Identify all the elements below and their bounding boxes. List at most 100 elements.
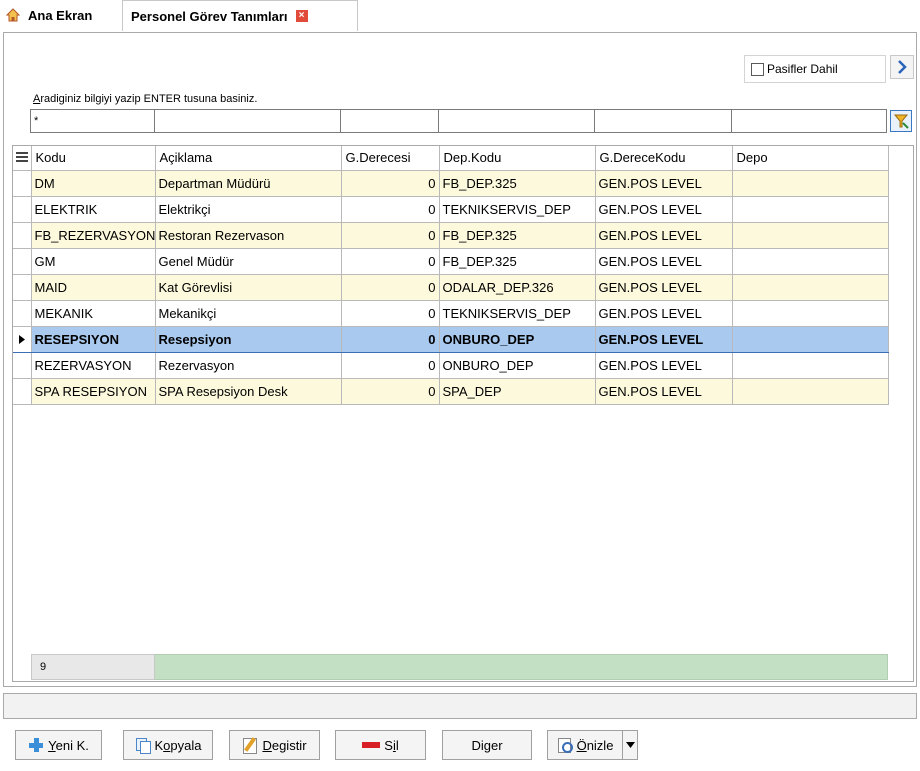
cell-depo[interactable]: [732, 170, 889, 197]
cell-g-derecesi[interactable]: 0: [341, 352, 440, 379]
column-header-dep-kodu[interactable]: Dep.Kodu: [439, 146, 596, 171]
include-passive-checkbox-wrap[interactable]: Pasifler Dahil: [744, 55, 886, 83]
row-indicator[interactable]: [13, 352, 32, 379]
column-header-g-derece-kodu[interactable]: G.DereceKodu: [595, 146, 733, 171]
cell-g-derecesi[interactable]: 0: [341, 222, 440, 249]
cell-depo[interactable]: [732, 300, 889, 327]
row-indicator[interactable]: [13, 196, 32, 223]
next-button[interactable]: [890, 55, 914, 79]
cell-g-derecesi[interactable]: 0: [341, 300, 440, 327]
delete-button[interactable]: Sil: [335, 730, 426, 760]
cell-g-derecesi[interactable]: 0: [341, 248, 440, 275]
cell-dep-kodu[interactable]: ODALAR_DEP.326: [439, 274, 596, 301]
row-indicator[interactable]: [13, 325, 32, 353]
cell-g-derece-kodu[interactable]: GEN.POS LEVEL: [595, 300, 733, 327]
cell-depo[interactable]: [732, 248, 889, 275]
close-icon[interactable]: ×: [295, 10, 308, 22]
column-chooser-icon[interactable]: [13, 146, 32, 171]
new-button[interactable]: Yeni K.: [15, 730, 102, 760]
cell-dep-kodu[interactable]: TEKNIKSERVIS_DEP: [439, 196, 596, 223]
cell-kodu[interactable]: SPA RESEPSIYON: [31, 378, 156, 405]
cell-depo[interactable]: [732, 325, 889, 353]
column-header-kodu[interactable]: Kodu: [31, 146, 156, 171]
filter-clear-button[interactable]: [890, 110, 912, 132]
cell-g-derecesi[interactable]: 0: [341, 274, 440, 301]
cell-aciklama[interactable]: Departman Müdürü: [155, 170, 342, 197]
row-indicator[interactable]: [13, 300, 32, 327]
cell-kodu[interactable]: MAID: [31, 274, 156, 301]
column-header-g-derecesi[interactable]: G.Derecesi: [341, 146, 440, 171]
cell-dep-kodu[interactable]: ONBURO_DEP: [439, 352, 596, 379]
table-row[interactable]: GM Genel Müdür 0 FB_DEP.325 GEN.POS LEVEL: [13, 248, 889, 275]
cell-g-derecesi[interactable]: 0: [341, 196, 440, 223]
table-row[interactable]: MEKANIK Mekanikçi 0 TEKNIKSERVIS_DEP GEN.POS…: [13, 300, 889, 327]
cell-aciklama[interactable]: Elektrikçi: [155, 196, 342, 223]
preview-dropdown-button[interactable]: [622, 730, 638, 760]
cell-aciklama[interactable]: SPA Resepsiyon Desk: [155, 378, 342, 405]
filter-g-derece-kodu[interactable]: [595, 109, 732, 133]
column-header-aciklama[interactable]: Açiklama: [155, 146, 342, 171]
cell-g-derece-kodu[interactable]: GEN.POS LEVEL: [595, 170, 733, 197]
cell-dep-kodu[interactable]: FB_DEP.325: [439, 222, 596, 249]
table-row[interactable]: FB_REZERVASYON Restoran Rezervason 0 FB_DEP…: [13, 222, 889, 249]
cell-g-derece-kodu[interactable]: GEN.POS LEVEL: [595, 378, 733, 405]
cell-g-derece-kodu[interactable]: GEN.POS LEVEL: [595, 222, 733, 249]
edit-button[interactable]: Degistir: [229, 730, 320, 760]
row-indicator[interactable]: [13, 222, 32, 249]
cell-aciklama[interactable]: Kat Görevlisi: [155, 274, 342, 301]
cell-kodu[interactable]: GM: [31, 248, 156, 275]
cell-kodu[interactable]: REZERVASYON: [31, 352, 156, 379]
table-row[interactable]: SPA RESEPSIYON SPA Resepsiyon Desk 0 SPA_DE…: [13, 378, 889, 405]
cell-depo[interactable]: [732, 222, 889, 249]
cell-aciklama[interactable]: Restoran Rezervason: [155, 222, 342, 249]
cell-g-derecesi[interactable]: 0: [341, 325, 440, 353]
table-row[interactable]: REZERVASYON Rezervasyon 0 ONBURO_DEP GEN.POS…: [13, 352, 889, 379]
cell-dep-kodu[interactable]: TEKNIKSERVIS_DEP: [439, 300, 596, 327]
cell-g-derece-kodu[interactable]: GEN.POS LEVEL: [595, 352, 733, 379]
column-header-depo[interactable]: Depo: [732, 146, 889, 171]
roles-grid[interactable]: Kodu Açiklama G.Derecesi Dep.Kodu G.Dere…: [12, 145, 914, 682]
other-button[interactable]: Diger: [442, 730, 532, 760]
cell-g-derece-kodu[interactable]: GEN.POS LEVEL: [595, 248, 733, 275]
table-row-selected[interactable]: RESEPSIYON Resepsiyon 0 ONBURO_DEP GEN.POS L…: [13, 325, 889, 353]
cell-g-derece-kodu[interactable]: GEN.POS LEVEL: [595, 274, 733, 301]
filter-aciklama[interactable]: [155, 109, 341, 133]
tab-home[interactable]: Ana Ekran: [5, 0, 92, 30]
cell-kodu[interactable]: RESEPSIYON: [31, 325, 156, 353]
cell-dep-kodu[interactable]: FB_DEP.325: [439, 248, 596, 275]
filter-g-derecesi[interactable]: [341, 109, 439, 133]
filter-kodu[interactable]: [30, 109, 155, 133]
cell-depo[interactable]: [732, 352, 889, 379]
cell-aciklama[interactable]: Genel Müdür: [155, 248, 342, 275]
table-row[interactable]: ELEKTRIK Elektrikçi 0 TEKNIKSERVIS_DEP GEN.P…: [13, 196, 889, 223]
cell-aciklama[interactable]: Rezervasyon: [155, 352, 342, 379]
cell-g-derece-kodu[interactable]: GEN.POS LEVEL: [595, 196, 733, 223]
cell-g-derecesi[interactable]: 0: [341, 170, 440, 197]
cell-depo[interactable]: [732, 378, 889, 405]
cell-kodu[interactable]: FB_REZERVASYON: [31, 222, 156, 249]
copy-button[interactable]: Kopyala: [123, 730, 213, 760]
cell-kodu[interactable]: MEKANIK: [31, 300, 156, 327]
cell-aciklama[interactable]: Mekanikçi: [155, 300, 342, 327]
filter-dep-kodu[interactable]: [439, 109, 595, 133]
cell-kodu[interactable]: ELEKTRIK: [31, 196, 156, 223]
cell-dep-kodu[interactable]: FB_DEP.325: [439, 170, 596, 197]
preview-button[interactable]: Önizle: [547, 730, 623, 760]
row-indicator[interactable]: [13, 170, 32, 197]
cell-aciklama[interactable]: Resepsiyon: [155, 325, 342, 353]
row-indicator[interactable]: [13, 248, 32, 275]
row-indicator[interactable]: [13, 378, 32, 405]
cell-dep-kodu[interactable]: SPA_DEP: [439, 378, 596, 405]
row-indicator[interactable]: [13, 274, 32, 301]
tab-personnel-roles[interactable]: Personel Görev Tanımları ×: [122, 0, 358, 31]
cell-g-derece-kodu[interactable]: GEN.POS LEVEL: [595, 325, 733, 353]
table-row[interactable]: DM Departman Müdürü 0 FB_DEP.325 GEN.POS LEV…: [13, 170, 889, 197]
filter-depo[interactable]: [732, 109, 887, 133]
cell-depo[interactable]: [732, 196, 889, 223]
table-row[interactable]: MAID Kat Görevlisi 0 ODALAR_DEP.326 GEN.POS …: [13, 274, 889, 301]
cell-dep-kodu[interactable]: ONBURO_DEP: [439, 325, 596, 353]
cell-kodu[interactable]: DM: [31, 170, 156, 197]
include-passive-checkbox[interactable]: [751, 62, 764, 76]
cell-g-derecesi[interactable]: 0: [341, 378, 440, 405]
cell-depo[interactable]: [732, 274, 889, 301]
